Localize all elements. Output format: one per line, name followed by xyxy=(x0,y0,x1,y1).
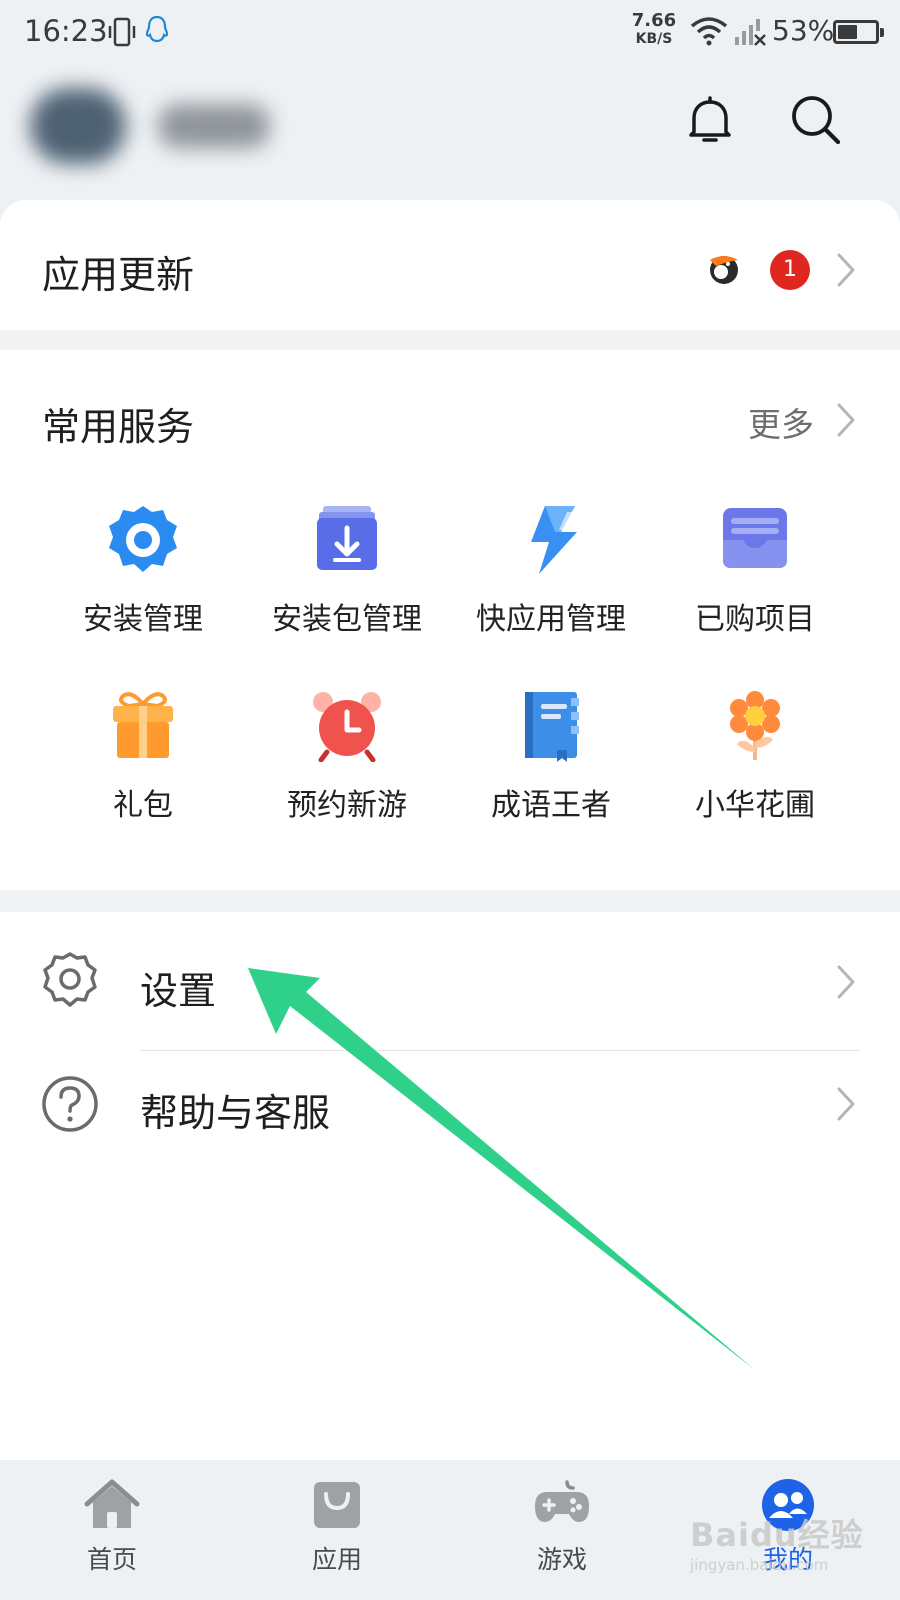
service-label: 已购项目 xyxy=(695,602,815,637)
package-download-icon xyxy=(317,506,377,570)
service-label: 小华花圃 xyxy=(695,788,815,823)
avatar[interactable] xyxy=(30,88,126,164)
chevron-right-icon xyxy=(837,253,855,287)
service-idiom-king[interactable]: 成语王者 xyxy=(448,690,654,824)
vibrate-icon xyxy=(108,17,136,47)
settings-label: 设置 xyxy=(140,969,217,1013)
service-reserve-games[interactable]: 预约新游 xyxy=(244,690,450,824)
alarm-clock-icon xyxy=(313,692,381,762)
service-flower-garden[interactable]: 小华花圃 xyxy=(652,690,858,824)
service-purchased[interactable]: 已购项目 xyxy=(652,504,858,638)
chevron-right-icon[interactable] xyxy=(836,402,856,438)
battery-percent: 53% xyxy=(772,14,835,47)
service-label: 预约新游 xyxy=(287,788,407,823)
gear-icon xyxy=(43,952,97,1007)
search-icon[interactable] xyxy=(788,92,844,148)
watermark-url: jingyan.baidu.com xyxy=(690,1556,829,1574)
chevron-right-icon xyxy=(837,1087,855,1121)
section-gap xyxy=(0,890,900,912)
help-row[interactable]: 帮助与客服 xyxy=(0,1052,900,1192)
nav-home[interactable]: 首页 xyxy=(32,1476,192,1576)
divider xyxy=(140,1050,860,1051)
service-package-manager[interactable]: 安装包管理 xyxy=(244,504,450,638)
install-manager-gear-icon xyxy=(109,506,177,572)
watermark: Baidu经验 xyxy=(690,1516,864,1554)
service-label: 快应用管理 xyxy=(476,602,626,637)
purchased-wallet-icon xyxy=(723,508,787,568)
status-time: 16:23 xyxy=(24,14,108,48)
service-install-manager[interactable]: 安装管理 xyxy=(40,504,246,638)
username[interactable] xyxy=(158,104,270,148)
gift-icon xyxy=(113,692,173,758)
app-updates-title: 应用更新 xyxy=(42,253,195,297)
gamepad-icon xyxy=(535,1480,589,1522)
wifi-icon xyxy=(690,17,728,46)
signal-off-icon xyxy=(735,19,766,46)
battery-icon xyxy=(833,20,884,44)
common-services-title: 常用服务 xyxy=(42,405,195,449)
screen: 16:23 7.66 KB/S 53% 应用更新 1 常用服务 更多 安装管理 … xyxy=(0,0,900,1600)
toucan-app-icon xyxy=(710,256,738,284)
update-count-badge: 1 xyxy=(770,250,810,290)
service-label: 安装管理 xyxy=(83,602,203,637)
nav-label: 游戏 xyxy=(536,1545,587,1574)
nav-apps[interactable]: 应用 xyxy=(257,1476,417,1576)
service-gift[interactable]: 礼包 xyxy=(40,690,246,824)
network-speed-value: 7.66 xyxy=(631,10,677,31)
flower-icon xyxy=(730,691,780,760)
status-bar: 16:23 7.66 KB/S 53% xyxy=(0,0,900,64)
service-label: 成语王者 xyxy=(491,788,611,823)
nav-label: 首页 xyxy=(86,1545,137,1574)
nav-games[interactable]: 游戏 xyxy=(482,1476,642,1576)
service-label: 礼包 xyxy=(113,788,173,823)
settings-row[interactable]: 设置 xyxy=(0,912,900,1052)
qq-icon xyxy=(145,15,169,43)
lightning-icon xyxy=(531,506,577,574)
more-link[interactable]: 更多 xyxy=(748,398,814,446)
chevron-right-icon xyxy=(837,965,855,999)
book-icon xyxy=(525,692,579,762)
battery-fill xyxy=(838,25,858,39)
service-quick-app-manager[interactable]: 快应用管理 xyxy=(448,504,654,638)
section-gap xyxy=(0,330,900,350)
help-label: 帮助与客服 xyxy=(140,1091,331,1135)
home-icon xyxy=(84,1479,140,1528)
service-label: 安装包管理 xyxy=(272,602,422,637)
help-question-icon xyxy=(42,1076,98,1132)
network-speed-unit: KB/S xyxy=(635,31,673,47)
nav-label: 应用 xyxy=(311,1545,362,1574)
bell-icon[interactable] xyxy=(682,92,738,148)
shopping-bag-icon xyxy=(314,1482,360,1528)
network-speed: 7.66 KB/S xyxy=(630,12,678,48)
